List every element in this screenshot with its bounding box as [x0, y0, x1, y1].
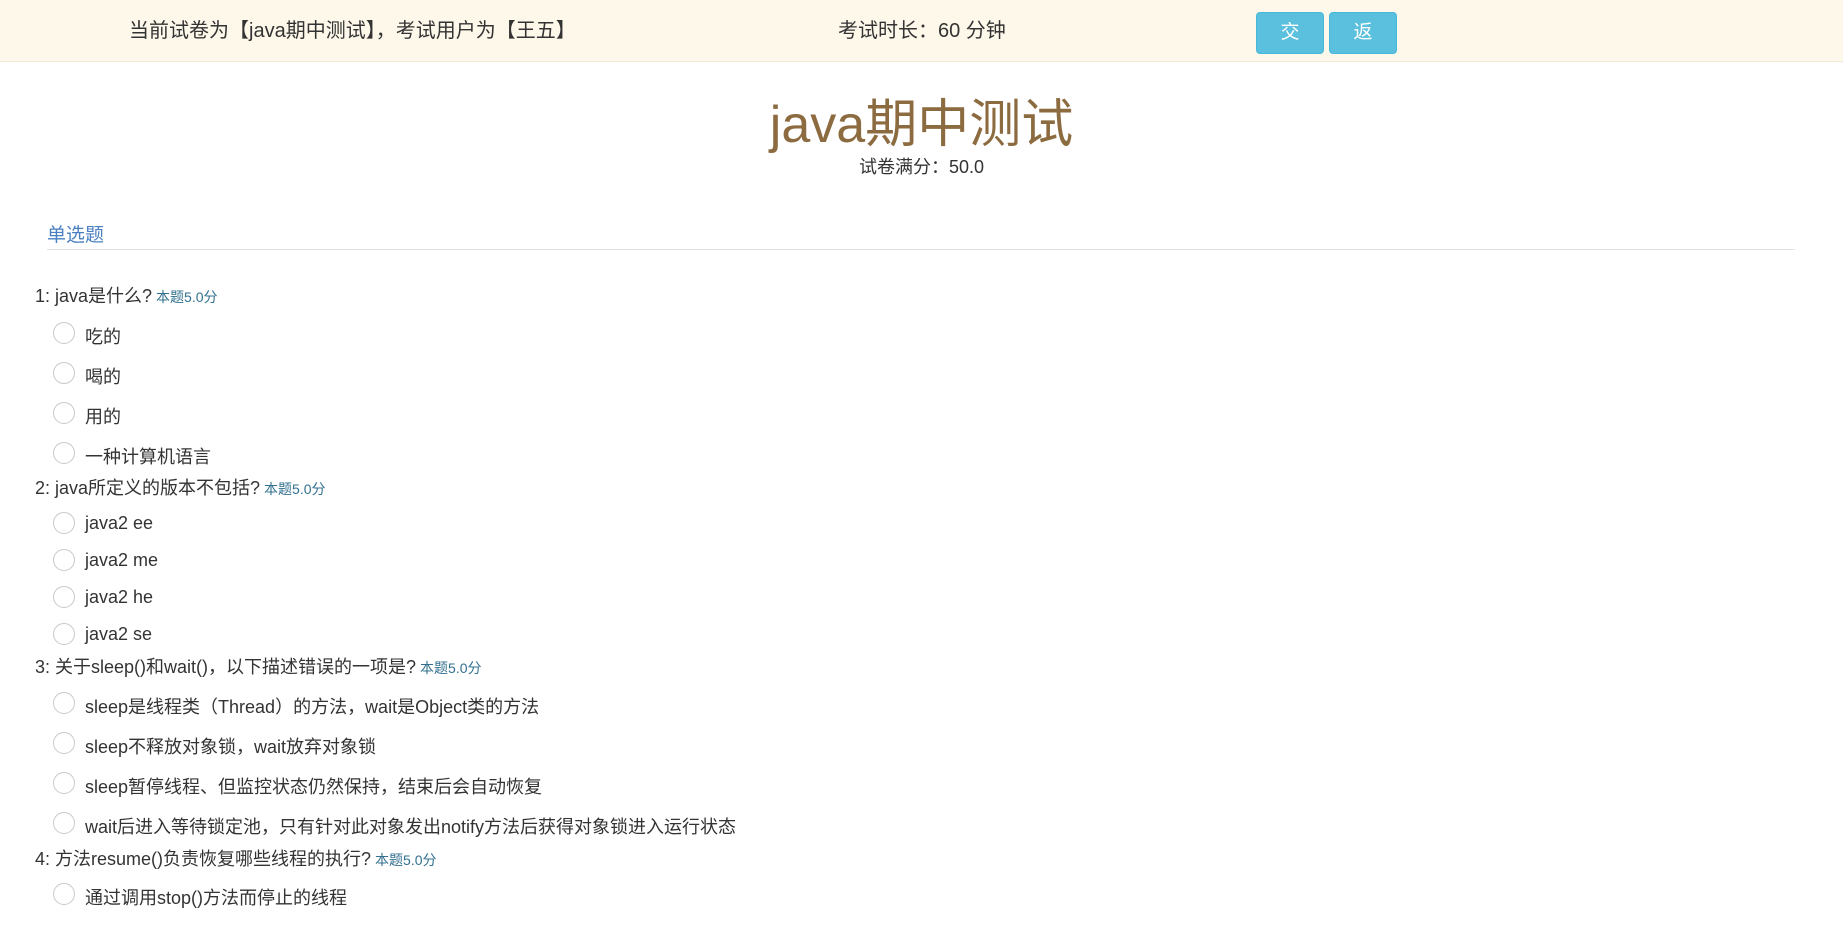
radio-button[interactable]	[53, 692, 75, 714]
question-title: 4: 方法resume()负责恢复哪些线程的执行? 本题5.0分	[35, 845, 437, 871]
option-label: java2 ee	[85, 513, 154, 533]
option-label: 一种计算机语言	[85, 447, 211, 467]
exam-duration-text: 考试时长：60 分钟	[838, 20, 1006, 42]
radio-button[interactable]	[53, 549, 75, 571]
exam-header-bar: 当前试卷为【java期中测试】，考试用户为【王五】 考试时长：60 分钟 交卷 …	[0, 0, 1843, 83]
question-text: 2: java所定义的版本不包括?	[35, 478, 261, 498]
question-title: 2: java所定义的版本不包括? 本题5.0分	[35, 474, 326, 500]
question-points: 本题5.0分	[264, 481, 326, 497]
back-button[interactable]: 返回	[1329, 12, 1397, 83]
radio-button[interactable]	[53, 772, 75, 794]
paper-full-score: 试卷满分：50.0	[858, 157, 985, 177]
submit-exam-button[interactable]: 交卷	[1256, 12, 1324, 83]
radio-button[interactable]	[53, 883, 75, 905]
section-title-single-choice: 单选题	[47, 225, 105, 246]
question-text: 1: java是什么?	[35, 286, 153, 306]
radio-button[interactable]	[53, 732, 75, 754]
question-title: 3: 关于sleep()和wait()，以下描述错误的一项是? 本题5.0分	[35, 653, 482, 679]
option-label: sleep暂停线程、但监控状态仍然保持，结束后会自动恢复	[85, 777, 543, 797]
question-title: 1: java是什么? 本题5.0分	[35, 282, 218, 308]
radio-button[interactable]	[53, 623, 75, 645]
exam-info-text: 当前试卷为【java期中测试】，考试用户为【王五】	[129, 20, 576, 42]
option-label: java2 me	[85, 550, 159, 570]
option-label: 喝的	[85, 367, 121, 387]
option-label: 用的	[85, 407, 121, 427]
question-points: 本题5.0分	[156, 289, 218, 305]
radio-button[interactable]	[53, 512, 75, 534]
question-points: 本题5.0分	[375, 852, 437, 868]
option-label: 通过调用stop()方法而停止的线程	[85, 888, 348, 908]
option-label: sleep是线程类（Thread）的方法，wait是Object类的方法	[85, 697, 540, 717]
radio-button[interactable]	[53, 812, 75, 834]
radio-button[interactable]	[53, 322, 75, 344]
option-label: sleep不释放对象锁，wait放弃对象锁	[85, 737, 377, 757]
section-divider	[47, 249, 1795, 250]
question-text: 3: 关于sleep()和wait()，以下描述错误的一项是?	[35, 657, 417, 677]
radio-button[interactable]	[53, 442, 75, 464]
option-label: java2 se	[85, 624, 153, 644]
radio-button[interactable]	[53, 586, 75, 608]
option-label: 吃的	[85, 327, 121, 347]
question-points: 本题5.0分	[420, 660, 482, 676]
radio-button[interactable]	[53, 362, 75, 384]
option-label: wait后进入等待锁定池，只有针对此对象发出notify方法后获得对象锁进入运行…	[85, 817, 737, 837]
option-label: java2 he	[85, 587, 154, 607]
paper-title: java期中测试	[769, 96, 1074, 154]
question-text: 4: 方法resume()负责恢复哪些线程的执行?	[35, 849, 372, 869]
radio-button[interactable]	[53, 402, 75, 424]
